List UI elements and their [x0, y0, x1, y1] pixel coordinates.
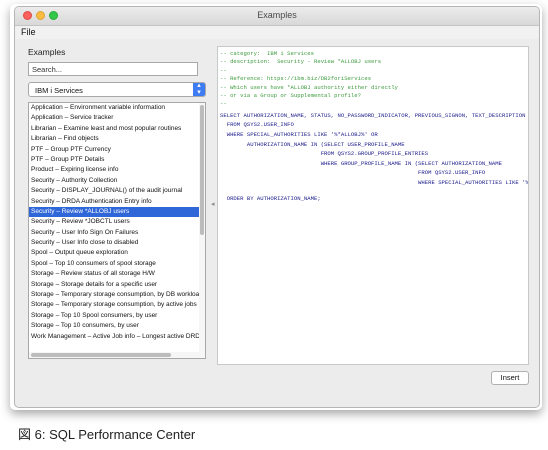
code-comment-line: -- or via a Group or Supplemental profil…	[220, 92, 361, 99]
select-arrows-icon: ▴ ▾	[193, 82, 205, 96]
list-item[interactable]: Storage – Top 10 consumers, by user	[29, 321, 205, 331]
code-sql-line: SELECT AUTHORIZATION_NAME, STATUS, NO_PA…	[220, 111, 526, 119]
list-item[interactable]: Security – User Info close to disabled	[29, 238, 205, 248]
code-sql-line: WHERE SPECIAL_AUTHORITIES LIKE '%*ALLOBJ…	[220, 131, 378, 138]
list-horizontal-scrollbar[interactable]	[29, 352, 205, 358]
list-horizontal-scroll-thumb[interactable]	[31, 353, 171, 357]
code-sql-line: WHERE SPECIAL_AUTHORITIES LIKE '%*ALLOBJ…	[418, 179, 529, 186]
list-item[interactable]: PTF – Group PTF Details	[29, 155, 205, 165]
sql-editor[interactable]: -- category: IBM i Services -- descriptio…	[217, 46, 529, 365]
list-item[interactable]: Storage – Storage details for a specific…	[29, 280, 205, 290]
list-item[interactable]: Storage – Temporary storage consumption,…	[29, 290, 205, 300]
window-title: Examples	[257, 10, 297, 20]
list-item[interactable]: Spool – Top 10 consumers of spool storag…	[29, 259, 205, 269]
list-item[interactable]: Security – Review *ALLOBJ users	[29, 206, 205, 218]
examples-list[interactable]: Application – Environment variable infor…	[28, 102, 206, 359]
examples-list-items: Application – Environment variable infor…	[29, 103, 205, 342]
code-sql-line: ORDER BY AUTHORIZATION_NAME;	[220, 194, 321, 202]
code-comment-line: --	[220, 66, 227, 74]
list-item[interactable]: Librarian – Examine least and most popul…	[29, 124, 205, 134]
code-comment-line: -- description: Security - Review *ALLOB…	[220, 58, 382, 66]
list-item[interactable]: Spool – Output queue exploration	[29, 248, 205, 258]
list-item[interactable]: Security – Review *JOBCTL users	[29, 217, 205, 227]
title-bar: Examples	[15, 7, 539, 26]
code-comment-line: --	[220, 100, 227, 108]
list-item[interactable]: Security – DRDA Authentication Entry inf…	[29, 197, 205, 207]
list-vertical-scrollbar[interactable]	[199, 103, 205, 358]
code-comment-line: -- category: IBM i Services	[220, 50, 314, 57]
code-sql-line: FROM QSYS2.USER_INFO	[220, 121, 294, 129]
examples-window: Examples File Examples IBM i Services ▴▾…	[14, 6, 540, 408]
list-item[interactable]: Application – Service tracker	[29, 113, 205, 123]
list-item[interactable]: Storage – Temporary storage consumption,…	[29, 300, 205, 310]
insert-button[interactable]: Insert	[491, 371, 529, 385]
examples-panel: Examples IBM i Services ▴▾ Application –…	[22, 44, 207, 363]
figure-caption: 図 6: SQL Performance Center	[18, 427, 196, 442]
list-item[interactable]: Application – Environment variable infor…	[29, 103, 205, 113]
list-item[interactable]: Storage – Top 10 Spool consumers, by use…	[29, 311, 205, 321]
code-comment-line: -- Which users have *ALLOBJ authority ei…	[220, 83, 398, 91]
code-sql-line: WHERE GROUP_PROFILE_NAME IN (SELECT AUTH…	[220, 159, 502, 167]
splitter-handle-icon[interactable]: ◂	[211, 200, 215, 208]
list-item[interactable]: PTF – Group PTF Currency	[29, 145, 205, 155]
list-item[interactable]: Product – Expiring license info	[29, 165, 205, 175]
list-item[interactable]: Work Management – Active Job info – Long…	[29, 332, 205, 342]
list-item[interactable]: Security – Authority Collection	[29, 176, 205, 186]
code-sql-line: AUTHORIZATION_NAME IN (SELECT USER_PROFI…	[220, 140, 405, 148]
search-input[interactable]	[28, 62, 198, 76]
category-value: IBM i Services	[35, 86, 83, 95]
code-sql-line: FROM QSYS2.GROUP_PROFILE_ENTRIES	[220, 150, 429, 158]
list-item[interactable]: Security – User Info Sign On Failures	[29, 228, 205, 238]
list-vertical-scroll-thumb[interactable]	[200, 105, 204, 235]
list-item[interactable]: Librarian – Find objects	[29, 134, 205, 144]
menu-file[interactable]: File	[21, 27, 36, 37]
list-item[interactable]: Security – DISPLAY_JOURNAL() of the audi…	[29, 186, 205, 196]
code-sql-line: FROM QSYS2.USER_INFO	[220, 169, 486, 177]
examples-label: Examples	[28, 47, 66, 57]
list-item[interactable]: Storage – Review status of all storage H…	[29, 269, 205, 279]
category-select[interactable]: IBM i Services ▴ ▾	[28, 82, 206, 97]
code-comment-line: -- Reference: https://ibm.biz/DB2foriSer…	[220, 75, 372, 83]
menu-bar: File	[15, 26, 539, 39]
